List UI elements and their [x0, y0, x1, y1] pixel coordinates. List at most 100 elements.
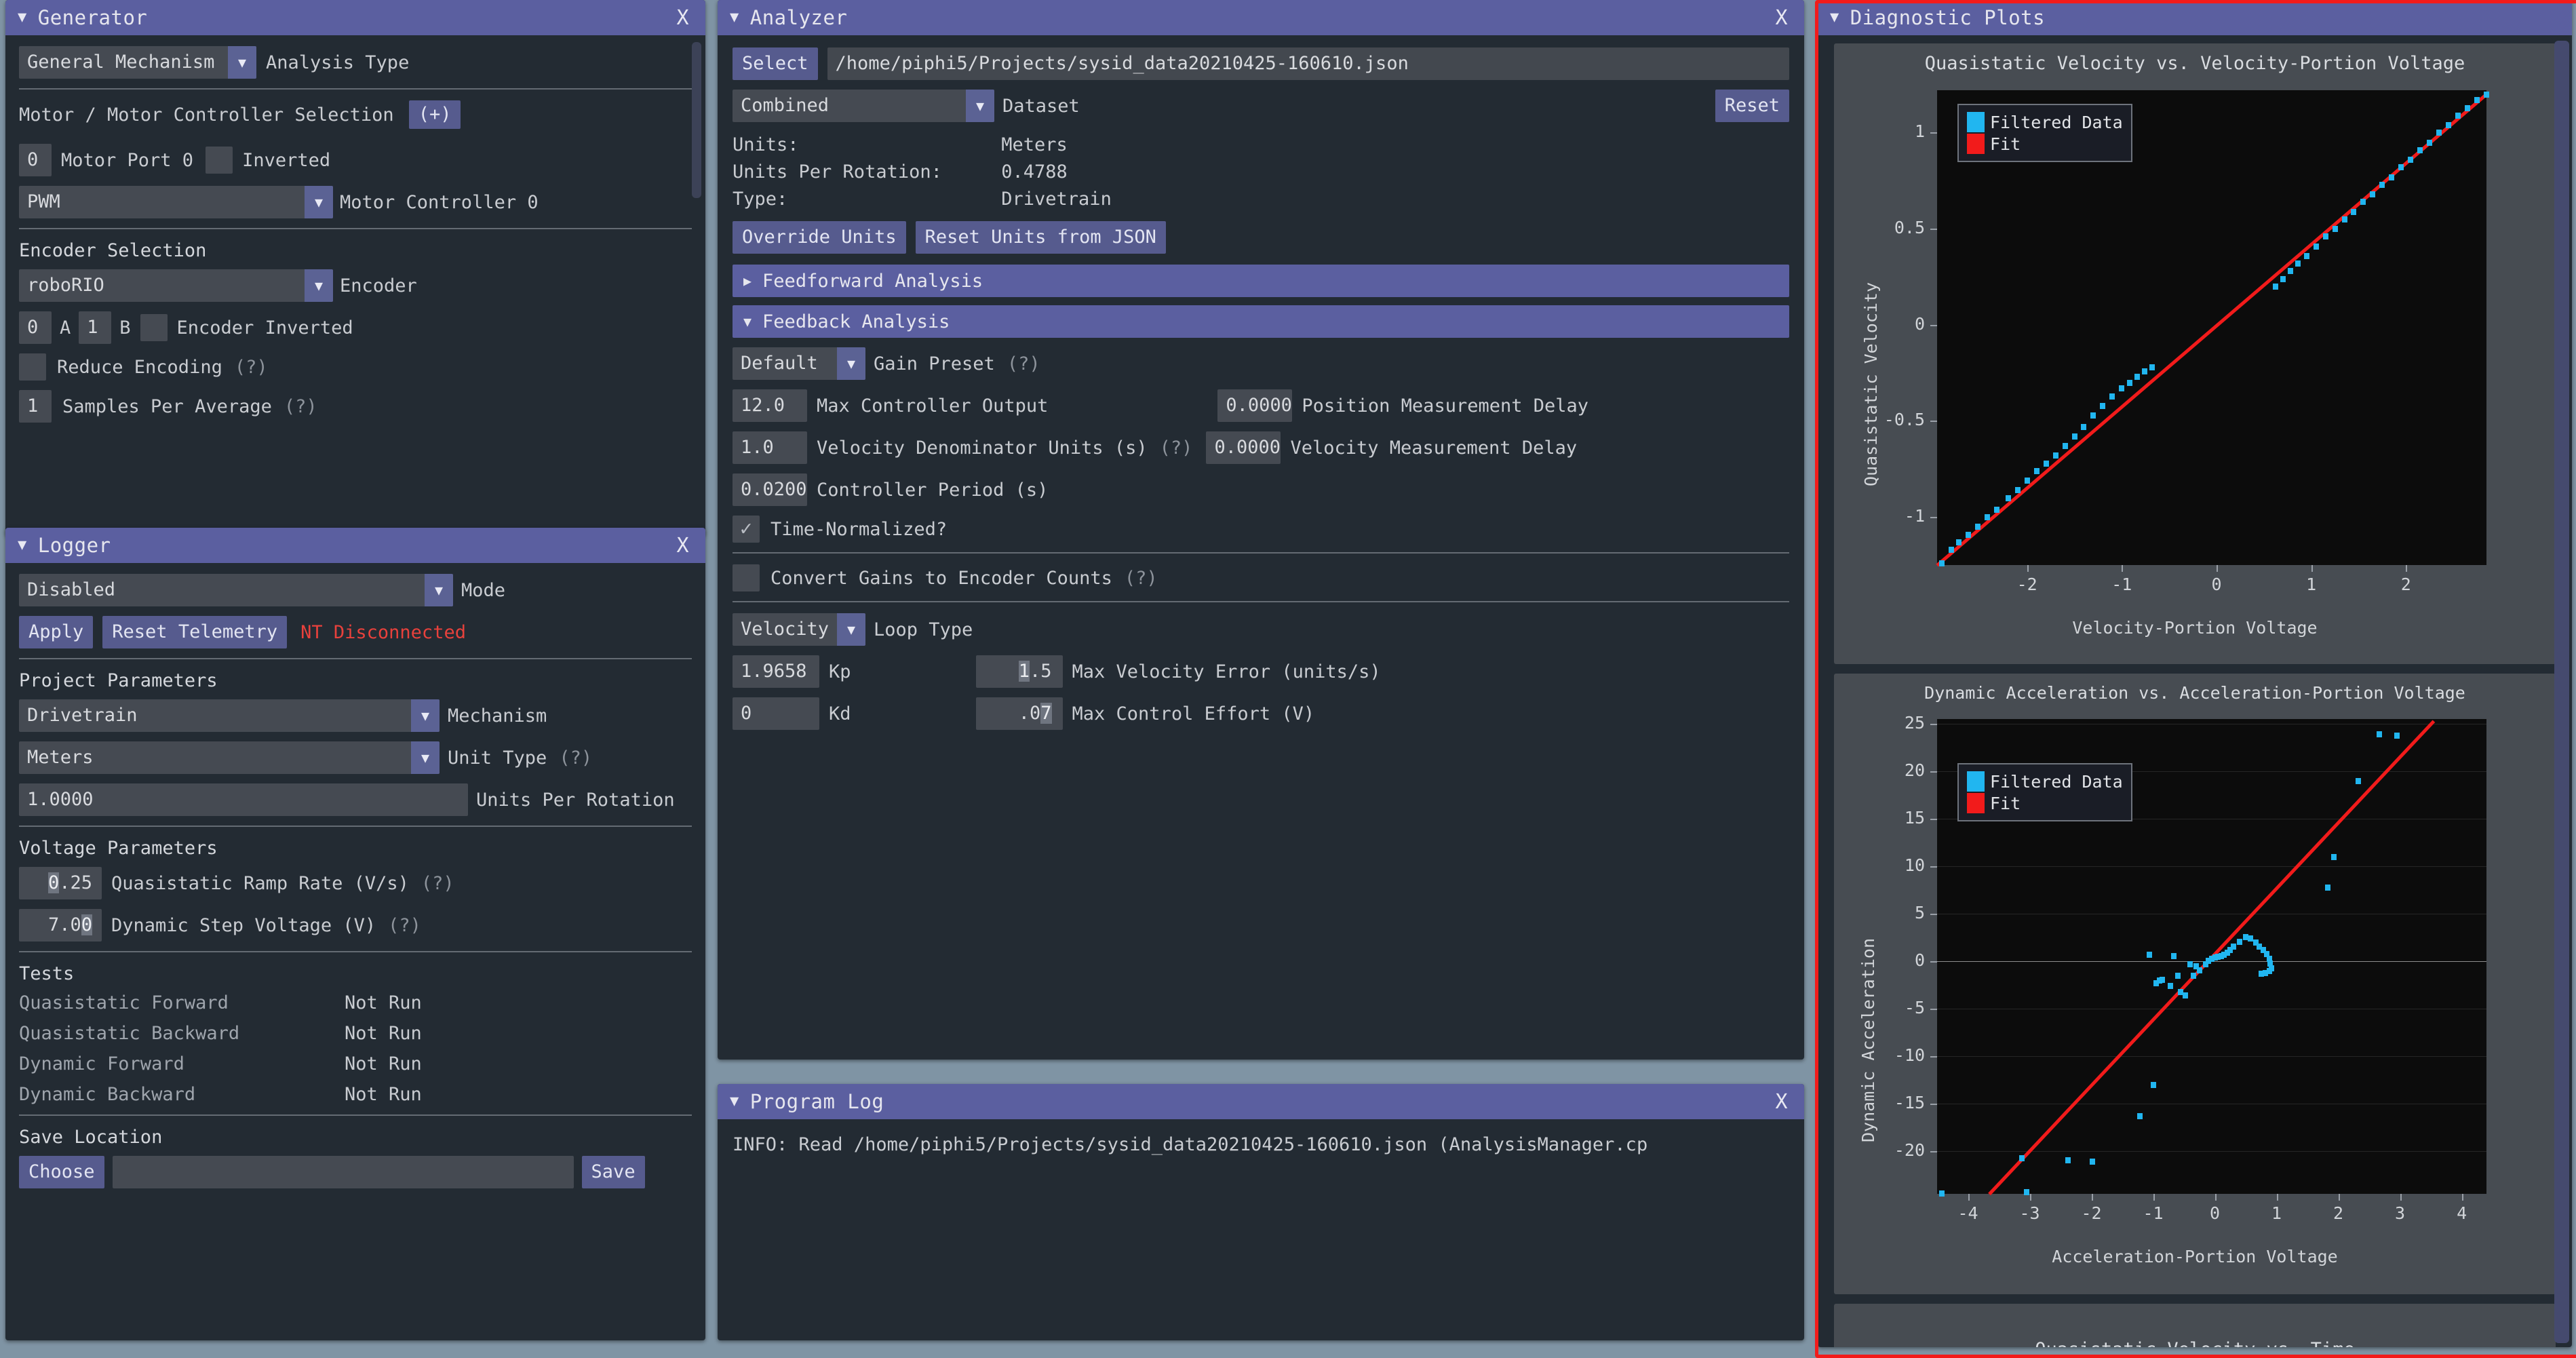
velocity-denominator-input[interactable]: 1.0 [733, 431, 807, 464]
chevron-down-icon[interactable]: ▼ [18, 10, 27, 25]
feedback-analysis-section[interactable]: ▼ Feedback Analysis [733, 305, 1789, 338]
chevron-down-icon[interactable]: ▼ [305, 269, 333, 302]
select-file-button[interactable]: Select [733, 47, 818, 80]
quasistatic-ramp-rate-help-icon[interactable]: (?) [421, 873, 454, 894]
close-icon[interactable]: X [672, 6, 693, 30]
feedforward-analysis-section[interactable]: ▶ Feedforward Analysis [733, 265, 1789, 297]
chevron-down-icon[interactable]: ▼ [425, 574, 453, 606]
dynamic-step-voltage-label: Dynamic Step Voltage (V) [111, 914, 376, 936]
x-tick-mark [2400, 1194, 2402, 1201]
unit-type-help-icon[interactable]: (?) [559, 748, 592, 769]
log-line: INFO: Read /home/piphi5/Projects/sysid_d… [733, 1134, 1648, 1155]
chevron-down-icon[interactable]: ▼ [228, 46, 256, 79]
reset-units-button[interactable]: Reset Units from JSON [915, 221, 1166, 254]
program-log-body: INFO: Read /home/piphi5/Projects/sysid_d… [718, 1119, 1804, 1170]
reset-telemetry-button[interactable]: Reset Telemetry [102, 616, 288, 648]
gain-preset-help-icon[interactable]: (?) [1007, 353, 1040, 374]
gain-preset-value: Default [741, 353, 818, 374]
encoder-select[interactable]: roboRIO ▼ [19, 269, 333, 302]
chevron-down-icon[interactable]: ▼ [18, 538, 27, 553]
motor-controller-select[interactable]: PWM ▼ [19, 186, 333, 218]
max-velocity-error-input[interactable]: 1.5 [975, 655, 1063, 688]
chevron-down-icon[interactable]: ▼ [837, 613, 865, 646]
kp-input[interactable]: 1.9658 [733, 655, 819, 688]
generator-titlebar[interactable]: ▼ Generator X [5, 0, 705, 35]
reduce-encoding-checkbox[interactable] [19, 353, 46, 381]
save-path-input[interactable] [112, 1156, 574, 1188]
mechanism-select[interactable]: Drivetrain ▼ [19, 699, 440, 732]
encoder-b-input[interactable]: 1 [79, 311, 112, 344]
chevron-down-icon[interactable]: ▼ [730, 1094, 739, 1109]
dynamic-step-voltage-help-icon[interactable]: (?) [388, 915, 421, 936]
position-measurement-delay-input[interactable]: 0.0000 [1217, 389, 1293, 422]
program-log-titlebar[interactable]: ▼ Program Log X [718, 1084, 1804, 1119]
close-icon[interactable]: X [1771, 1090, 1792, 1114]
units-per-rotation-input[interactable]: 1.0000 [19, 783, 468, 816]
close-icon[interactable]: X [1771, 6, 1792, 30]
data-point [2090, 412, 2096, 419]
time-normalized-checkbox[interactable]: ✓ [733, 516, 760, 543]
divider [19, 826, 692, 827]
logger-mode-select[interactable]: Disabled ▼ [19, 574, 453, 606]
chevron-down-icon[interactable]: ▼ [411, 741, 440, 774]
chevron-down-icon[interactable]: ▼ [966, 90, 994, 122]
data-point [2033, 468, 2040, 475]
analyzer-titlebar[interactable]: ▼ Analyzer X [718, 0, 1804, 35]
info-row: Type: Drivetrain [733, 186, 1789, 213]
close-icon[interactable]: X [672, 534, 693, 558]
chevron-down-icon[interactable]: ▼ [1830, 10, 1839, 25]
diagnostic-plots-scrollbar[interactable] [2554, 41, 2569, 1343]
velocity-measurement-delay-input[interactable]: 0.0000 [1206, 431, 1281, 464]
x-tick-label: 0 [2211, 575, 2222, 594]
encoder-a-input[interactable]: 0 [19, 311, 52, 344]
reset-button[interactable]: Reset [1715, 90, 1789, 122]
analysis-type-select[interactable]: General Mechanism ▼ [19, 46, 256, 79]
chevron-down-icon[interactable]: ▼ [411, 699, 440, 732]
diagnostic-plots-titlebar[interactable]: ▼ Diagnostic Plots [1818, 0, 2572, 35]
convert-gains-checkbox[interactable] [733, 564, 760, 591]
apply-button[interactable]: Apply [19, 616, 94, 648]
x-tick-label: 1 [2271, 1203, 2282, 1223]
loop-type-select[interactable]: Velocity ▼ [733, 613, 865, 646]
convert-gains-help-icon[interactable]: (?) [1125, 568, 1158, 589]
add-motor-button[interactable]: (+) [408, 100, 461, 129]
samples-per-average-input[interactable]: 1 [19, 390, 52, 423]
chevron-down-icon[interactable]: ▼ [305, 186, 333, 218]
file-path-field[interactable]: /home/piphi5/Projects/sysid_data20210425… [827, 47, 1789, 80]
gain-preset-select[interactable]: Default ▼ [733, 347, 865, 380]
legend-label: Fit [1990, 134, 2021, 154]
samples-per-average-help-icon[interactable]: (?) [284, 396, 317, 417]
choose-button[interactable]: Choose [19, 1156, 104, 1188]
motor-inverted-checkbox[interactable] [206, 147, 233, 174]
dynamic-step-voltage-input[interactable]: 7.00 [19, 909, 102, 942]
y-tick-label: 0 [1914, 950, 1925, 970]
max-velocity-error-rest: .5 [1030, 661, 1052, 682]
controller-period-label: Controller Period (s) [817, 479, 1049, 501]
chevron-right-icon[interactable]: ▶ [743, 273, 752, 289]
gridline [1937, 866, 2486, 867]
motor-port-input[interactable]: 0 [19, 144, 52, 176]
generator-scrollbar[interactable] [692, 42, 701, 198]
controller-period-input[interactable]: 0.0200 [733, 473, 807, 506]
dynamic-step-voltage-rest: 7.0 [47, 914, 81, 935]
quasistatic-ramp-rate-input[interactable]: 0.25 [19, 867, 102, 899]
dataset-select[interactable]: Combined ▼ [733, 90, 994, 122]
kd-input[interactable]: 0 [733, 697, 819, 730]
data-point [2446, 122, 2452, 128]
reduce-encoding-help-icon[interactable]: (?) [235, 357, 268, 378]
velocity-denominator-help-icon[interactable]: (?) [1160, 438, 1193, 459]
chevron-down-icon[interactable]: ▼ [730, 10, 739, 25]
max-controller-output-input[interactable]: 12.0 [733, 389, 807, 422]
y-tick-mark [1930, 1009, 1937, 1010]
override-units-button[interactable]: Override Units [733, 221, 906, 254]
chevron-down-icon[interactable]: ▼ [837, 347, 865, 380]
encoder-inverted-checkbox[interactable] [140, 314, 168, 341]
table-row: Quasistatic Backward Not Run [19, 1023, 692, 1044]
x-tick-mark [2216, 565, 2218, 572]
save-button[interactable]: Save [581, 1156, 645, 1188]
x-tick-mark [2311, 565, 2313, 572]
unit-type-select[interactable]: Meters ▼ [19, 741, 440, 774]
logger-titlebar[interactable]: ▼ Logger X [5, 528, 705, 563]
max-control-effort-input[interactable]: .07 [975, 697, 1063, 730]
chevron-down-icon[interactable]: ▼ [743, 313, 752, 330]
